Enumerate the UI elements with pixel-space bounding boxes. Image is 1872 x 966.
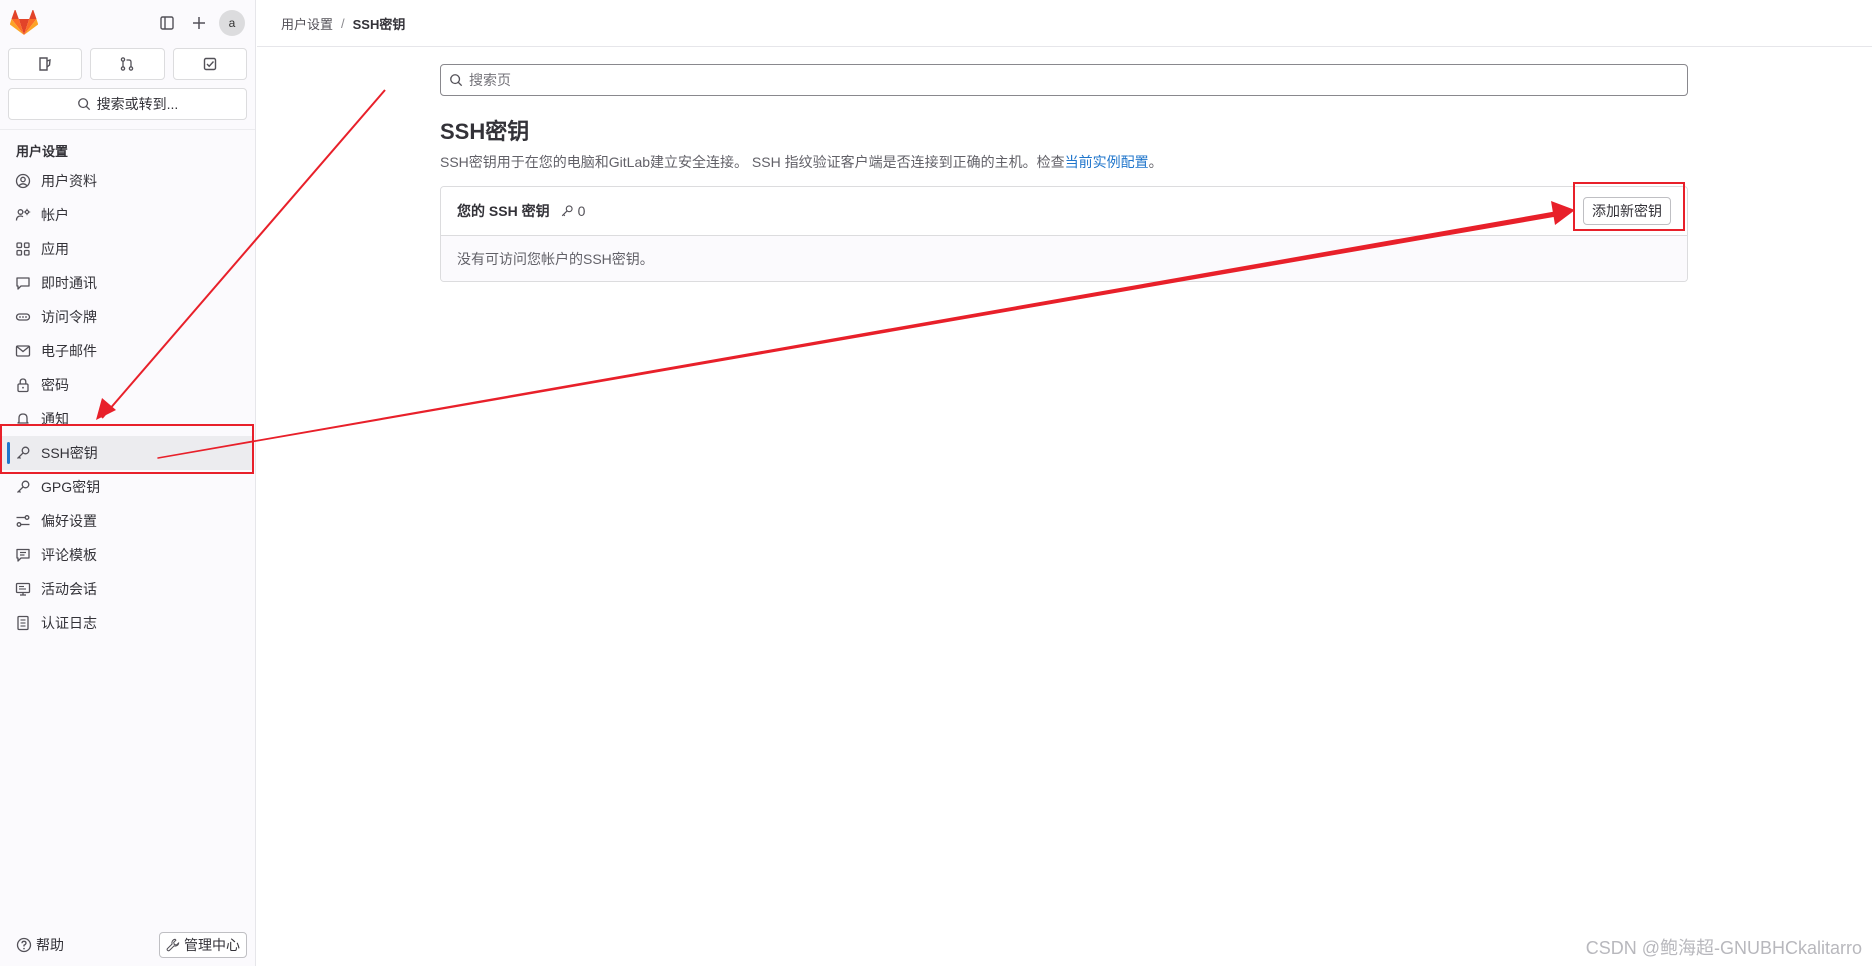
- sidebar-item-label: 评论模板: [41, 547, 97, 563]
- page-search-input[interactable]: [469, 72, 1687, 88]
- ssh-keys-card: 您的 SSH 密钥 0 添加新密钥 没有可访问您帐户的SSH密钥。: [440, 186, 1688, 282]
- sidebar-item-label: 帐户: [41, 207, 69, 223]
- key-icon: [17, 446, 30, 459]
- admin-area-label: 管理中心: [184, 937, 240, 953]
- monitor-icon: [15, 582, 31, 596]
- sidebar-item-ssh-keys[interactable]: SSH密钥: [0, 436, 253, 470]
- create-new-button[interactable]: [185, 9, 213, 37]
- gitlab-logo-icon[interactable]: [10, 10, 38, 36]
- todos-button[interactable]: [172, 48, 247, 80]
- sidebar-item-authentication-log[interactable]: 认证日志: [0, 606, 253, 640]
- sidebar-item-label: 偏好设置: [41, 513, 97, 529]
- toggle-sidebar-button[interactable]: [153, 9, 181, 37]
- ssh-key-count-value: 0: [577, 203, 586, 219]
- user-gear-icon: [15, 208, 31, 221]
- quick-actions: [0, 48, 255, 80]
- help-question-icon: [16, 937, 32, 953]
- sidebar-item-active-sessions[interactable]: 活动会话: [0, 572, 253, 606]
- breadcrumb-ssh-keys[interactable]: SSH密钥: [353, 14, 406, 33]
- applications-grid-icon: [16, 242, 30, 256]
- sidebar-item-label: 应用: [41, 241, 69, 257]
- mail-icon: [15, 345, 31, 357]
- bell-icon: [17, 413, 29, 426]
- page-description-text: SSH密钥用于在您的电脑和GitLab建立安全连接。 SSH 指纹验证客户端是否…: [440, 154, 1065, 170]
- sidebar-panel-icon: [160, 16, 174, 30]
- sidebar-item-profile[interactable]: 用户资料: [0, 164, 253, 198]
- add-new-key-button[interactable]: 添加新密钥: [1583, 197, 1671, 225]
- sidebar-item-label: 用户资料: [41, 173, 97, 189]
- sidebar-footer: 帮助 管理中心: [0, 924, 255, 966]
- preferences-icon: [16, 515, 30, 527]
- sidebar-section-title: 用户设置: [16, 144, 69, 159]
- sidebar-item-label: 认证日志: [41, 615, 97, 631]
- sidebar-item-applications[interactable]: 应用: [0, 232, 253, 266]
- sidebar-item-comment-templates[interactable]: 评论模板: [0, 538, 253, 572]
- sidebar-item-gpg-keys[interactable]: GPG密钥: [0, 470, 253, 504]
- page-title: SSH密钥: [440, 119, 530, 144]
- key-icon: [561, 205, 573, 217]
- settings-nav: 用户资料 帐户 应用 即时通讯 访问令牌 电子邮件 密码 通知 SSH密钥 GP…: [0, 164, 255, 640]
- avatar-alt-text: a: [228, 16, 236, 30]
- sidebar-item-label: GPG密钥: [41, 479, 101, 495]
- search-or-goto-label: 搜索或转到...: [96, 96, 179, 112]
- merge-request-icon: [121, 57, 134, 71]
- page-description-end: 。: [1148, 154, 1163, 170]
- sidebar-item-label: 电子邮件: [41, 343, 97, 359]
- sidebar-item-label: 通知: [41, 411, 69, 427]
- comment-icon: [16, 277, 30, 290]
- sidebar-item-emails[interactable]: 电子邮件: [0, 334, 253, 368]
- breadcrumb: 用户设置 / SSH密钥: [257, 0, 1872, 47]
- instance-configuration-link[interactable]: 当前实例配置: [1065, 154, 1149, 170]
- sidebar-item-label: 即时通讯: [41, 275, 97, 291]
- sidebar: a 搜索或转到... 用户设置 用户资料 帐户 应用 即时通讯 访问令牌 电子邮…: [0, 0, 256, 966]
- lock-icon: [17, 378, 29, 393]
- todo-checkbox-icon: [203, 57, 217, 71]
- sidebar-item-label: 访问令牌: [41, 309, 97, 325]
- help-label: 帮助: [36, 937, 64, 953]
- sidebar-item-label: 密码: [41, 377, 69, 393]
- help-button[interactable]: 帮助: [16, 935, 64, 955]
- log-book-icon: [17, 615, 29, 631]
- token-icon: [15, 313, 31, 321]
- ssh-keys-empty-state: 没有可访问您帐户的SSH密钥。: [441, 236, 1687, 281]
- admin-area-button[interactable]: 管理中心: [159, 932, 247, 958]
- ssh-keys-card-title: 您的 SSH 密钥: [457, 203, 550, 219]
- plus-icon: [193, 17, 205, 29]
- page-description: SSH密钥用于在您的电脑和GitLab建立安全连接。 SSH 指纹验证客户端是否…: [440, 152, 1163, 172]
- wrench-icon: [166, 938, 180, 952]
- comment-lines-icon: [16, 548, 30, 562]
- issues-button[interactable]: [8, 48, 83, 80]
- issues-icon: [39, 57, 51, 71]
- search-icon: [450, 74, 463, 87]
- sidebar-item-chat[interactable]: 即时通讯: [0, 266, 253, 300]
- user-circle-icon: [15, 173, 31, 189]
- sidebar-item-account[interactable]: 帐户: [0, 198, 253, 232]
- ssh-keys-card-header: 您的 SSH 密钥 0 添加新密钥: [441, 187, 1687, 236]
- sidebar-item-notifications[interactable]: 通知: [0, 402, 253, 436]
- sidebar-item-password[interactable]: 密码: [0, 368, 253, 402]
- page-search-box: [440, 64, 1688, 96]
- sidebar-item-access-tokens[interactable]: 访问令牌: [0, 300, 253, 334]
- search-or-goto-button[interactable]: 搜索或转到...: [8, 88, 247, 120]
- key-icon: [17, 480, 30, 493]
- sidebar-item-preferences[interactable]: 偏好设置: [0, 504, 253, 538]
- merge-requests-button[interactable]: [90, 48, 165, 80]
- breadcrumb-separator: /: [341, 15, 345, 31]
- sidebar-item-label: SSH密钥: [41, 445, 98, 461]
- ssh-key-count: 0: [560, 203, 586, 219]
- search-icon: [77, 98, 90, 111]
- user-avatar[interactable]: a: [219, 10, 245, 36]
- csdn-watermark: CSDN @鲍海超-GNUBHCkalitarro: [1585, 938, 1862, 958]
- sidebar-header: a: [0, 0, 255, 46]
- sidebar-item-label: 活动会话: [41, 581, 97, 597]
- annotation-overlay: [0, 89, 1685, 474]
- breadcrumb-user-settings[interactable]: 用户设置: [281, 14, 333, 33]
